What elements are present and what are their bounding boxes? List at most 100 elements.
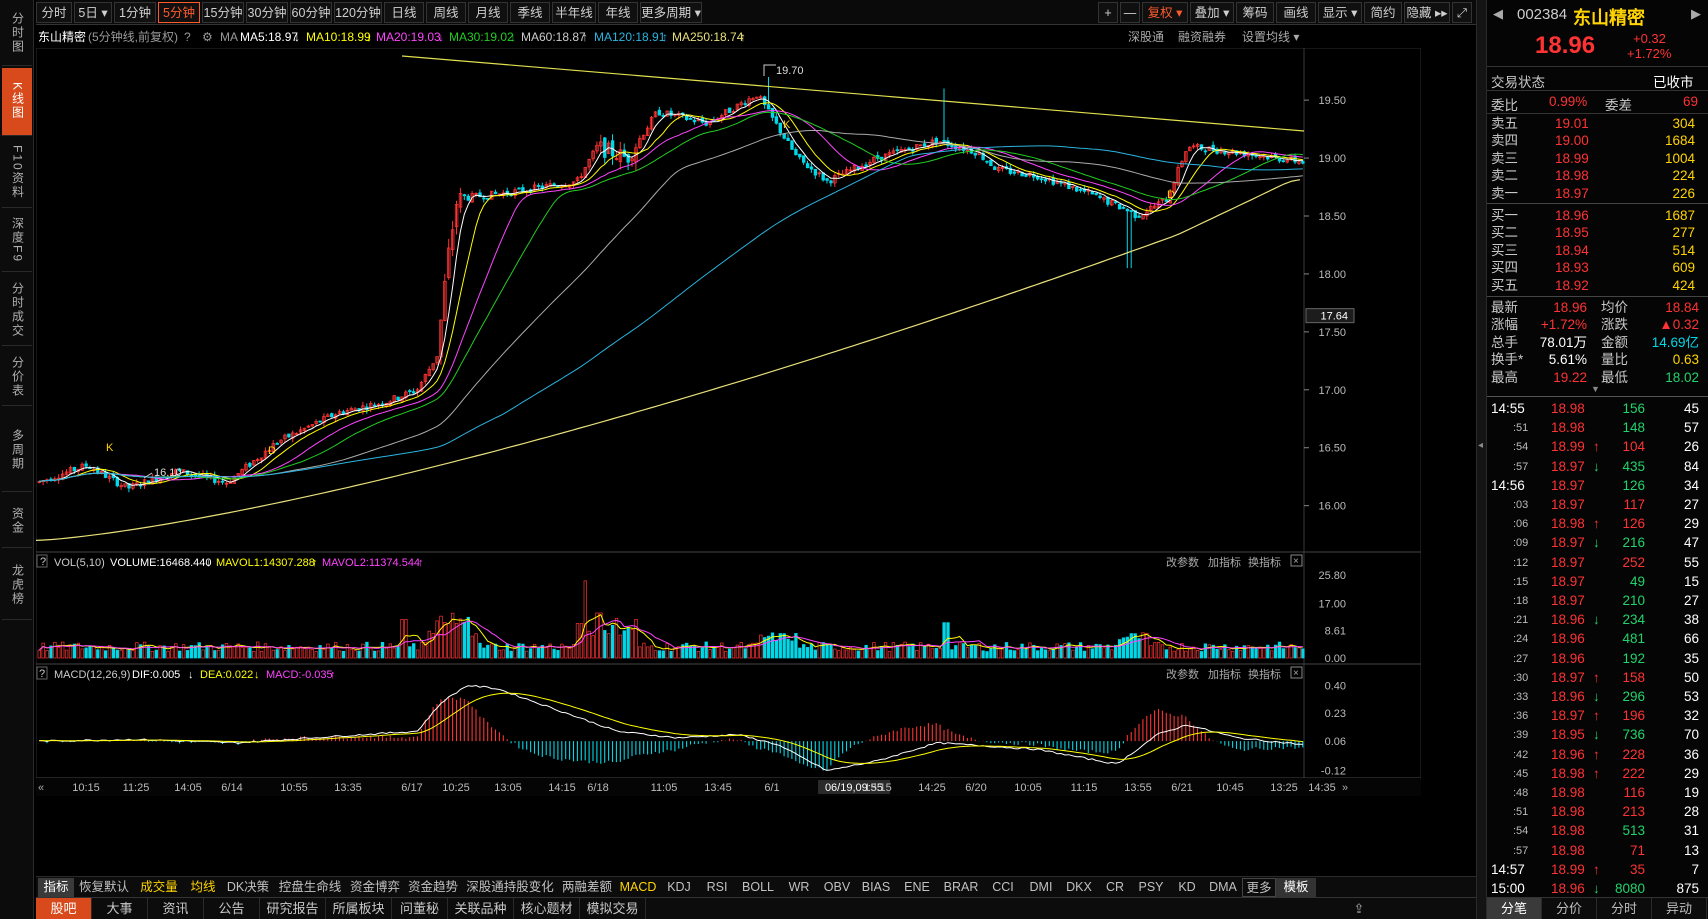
period-8[interactable]: 日线 xyxy=(384,2,424,23)
indicator-12[interactable]: RSI xyxy=(698,878,736,897)
expand-icon[interactable]: ⇪ xyxy=(1346,898,1372,919)
sidenav-duozhouqi[interactable]: 多周期 xyxy=(2,408,32,492)
collapse-left-icon[interactable]: ◂ xyxy=(1478,440,1483,451)
chart-area[interactable]: 19.50 19.00 18.50 18.00 17.50 17.00 16.50 16.00… xyxy=(35,47,1422,856)
gear-icon[interactable]: ⚙ xyxy=(202,26,213,48)
toolbar-right-0[interactable]: + xyxy=(1098,2,1118,23)
kline-chart[interactable]: 19.50 19.00 18.50 18.00 17.50 17.00 16.50 16.00… xyxy=(35,47,1422,856)
macd-link-0[interactable]: 改参数 xyxy=(1166,667,1199,681)
toolbar-right-3[interactable]: 叠加 ▾ xyxy=(1190,2,1234,23)
indicator-24[interactable]: KD xyxy=(1170,878,1204,897)
toolbar-right-9[interactable]: ⤢ xyxy=(1452,2,1472,23)
period-3[interactable]: 5分钟 xyxy=(158,2,200,23)
orderbook-row[interactable]: 买四 18.93 609 xyxy=(1491,259,1705,277)
sidenav-zijin[interactable]: 资金 xyxy=(2,494,32,548)
indicator-2[interactable]: 成交量 xyxy=(134,878,184,897)
vol-help-icon[interactable]: ? xyxy=(40,556,46,568)
orderbook-row[interactable]: 买二 18.95 277 xyxy=(1491,224,1705,242)
period-13[interactable]: 年线 xyxy=(598,2,638,23)
macd-link-2[interactable]: 换指标 xyxy=(1248,667,1281,681)
trendline[interactable] xyxy=(401,55,1305,132)
toolbar-right-7[interactable]: 简约 xyxy=(1364,2,1402,23)
indicator-23[interactable]: PSY xyxy=(1132,878,1170,897)
orderbook-row[interactable]: 卖四 19.00 1684 xyxy=(1491,132,1705,150)
macd-help-icon[interactable]: ? xyxy=(39,668,45,680)
sidenav-fenjia[interactable]: 分价表 xyxy=(2,348,32,406)
indicator-13[interactable]: BOLL xyxy=(736,878,780,897)
sidenav-f10[interactable]: F10资料 xyxy=(2,138,32,208)
period-0[interactable]: 分时 xyxy=(36,2,72,23)
orderbook-row[interactable]: 卖三 18.99 1004 xyxy=(1491,150,1705,168)
bottom-tab-1[interactable]: 大事 xyxy=(92,898,148,919)
toolbar-right-6[interactable]: 显示 ▾ xyxy=(1318,2,1362,23)
indicator-21[interactable]: DKX xyxy=(1060,878,1098,897)
indicator-10[interactable]: MACD xyxy=(616,878,660,897)
sidenav-shendu[interactable]: 深度F9 xyxy=(2,210,32,272)
period-7[interactable]: 120分钟 xyxy=(334,2,382,23)
indicator-5[interactable]: 控盘生命线 xyxy=(274,878,346,897)
toolbar-right-4[interactable]: 筹码 xyxy=(1236,2,1274,23)
toolbar-right-2[interactable]: 复权 ▾ xyxy=(1142,2,1188,23)
indicator-17[interactable]: ENE xyxy=(896,878,938,897)
quote-tab-1[interactable]: 分价 xyxy=(1542,898,1597,919)
period-9[interactable]: 周线 xyxy=(426,2,466,23)
period-11[interactable]: 季线 xyxy=(510,2,550,23)
orderbook-row[interactable]: 买一 18.96 1687 xyxy=(1491,207,1705,225)
period-5[interactable]: 30分钟 xyxy=(246,2,288,23)
indicator-7[interactable]: 资金趋势 xyxy=(404,878,462,897)
prev-stock-icon[interactable]: ◀ xyxy=(1493,6,1503,22)
indicator-11[interactable]: KDJ xyxy=(660,878,698,897)
indicator-14[interactable]: WR xyxy=(780,878,818,897)
next-stock-icon[interactable]: ▶ xyxy=(1691,6,1701,22)
scroll-right-icon[interactable]: » xyxy=(1342,782,1348,794)
bottom-tab-3[interactable]: 公告 xyxy=(204,898,260,919)
quote-tab-0[interactable]: 分笔 xyxy=(1487,898,1542,919)
vol-link-2[interactable]: 换指标 xyxy=(1248,555,1281,569)
indicator-27[interactable]: 模板 xyxy=(1276,878,1316,897)
orderbook-row[interactable]: 买三 18.94 514 xyxy=(1491,242,1705,260)
info-link-0[interactable]: 深股通 xyxy=(1128,26,1164,48)
bottom-tab-2[interactable]: 资讯 xyxy=(148,898,204,919)
info-link-1[interactable]: 融资融券 xyxy=(1178,26,1226,48)
indicator-0[interactable]: 指标 xyxy=(38,878,74,897)
orderbook-row[interactable]: 卖五 19.01 304 xyxy=(1491,115,1705,133)
panel-splitter[interactable] xyxy=(1476,0,1486,919)
toolbar-right-8[interactable]: 隐藏 ▸▸ xyxy=(1404,2,1450,23)
indicator-8[interactable]: 深股通持股变化 xyxy=(462,878,558,897)
toolbar-right-1[interactable]: — xyxy=(1120,2,1140,23)
indicator-26[interactable]: 更多 xyxy=(1242,878,1276,897)
orderbook-row[interactable]: 卖一 18.97 226 xyxy=(1491,185,1705,203)
indicator-4[interactable]: DK决策 xyxy=(222,878,274,897)
sidenav-fenshi-chengjiao[interactable]: 分时成交 xyxy=(2,274,32,346)
bottom-tab-5[interactable]: 所属板块 xyxy=(326,898,392,919)
scroll-left-icon[interactable]: « xyxy=(38,782,44,794)
quote-tab-3[interactable]: 异动 xyxy=(1652,898,1707,919)
indicator-25[interactable]: DMA xyxy=(1204,878,1242,897)
period-6[interactable]: 60分钟 xyxy=(290,2,332,23)
indicator-20[interactable]: DMI xyxy=(1022,878,1060,897)
macd-link-1[interactable]: 加指标 xyxy=(1208,667,1241,681)
collapse-icon[interactable]: ▼ xyxy=(1591,384,1600,394)
bottom-tab-4[interactable]: 研究报告 xyxy=(260,898,326,919)
indicator-15[interactable]: OBV xyxy=(818,878,856,897)
indicator-1[interactable]: 恢复默认 xyxy=(74,878,134,897)
vol-link-0[interactable]: 改参数 xyxy=(1166,555,1199,569)
indicator-9[interactable]: 两融差额 xyxy=(558,878,616,897)
indicator-6[interactable]: 资金博弈 xyxy=(346,878,404,897)
vol-link-1[interactable]: 加指标 xyxy=(1208,555,1241,569)
orderbook-row[interactable]: 买五 18.92 424 xyxy=(1491,277,1705,295)
indicator-19[interactable]: CCI xyxy=(984,878,1022,897)
bottom-tab-8[interactable]: 核心题材 xyxy=(514,898,580,919)
toolbar-right-5[interactable]: 画线 xyxy=(1276,2,1316,23)
sidenav-fenshi[interactable]: 分时图 xyxy=(2,0,32,66)
quote-tab-2[interactable]: 分时 xyxy=(1597,898,1652,919)
period-4[interactable]: 15分钟 xyxy=(202,2,244,23)
bottom-tab-9[interactable]: 模拟交易 xyxy=(580,898,646,919)
sidenav-longhu[interactable]: 龙虎榜 xyxy=(2,550,32,620)
indicator-16[interactable]: BIAS xyxy=(856,878,896,897)
info-link-2[interactable]: 设置均线 ▾ xyxy=(1242,26,1299,48)
period-12[interactable]: 半年线 xyxy=(552,2,596,23)
period-1[interactable]: 5日 ▾ xyxy=(74,2,112,23)
bottom-tab-0[interactable]: 股吧 xyxy=(36,898,92,919)
indicator-3[interactable]: 均线 xyxy=(184,878,222,897)
